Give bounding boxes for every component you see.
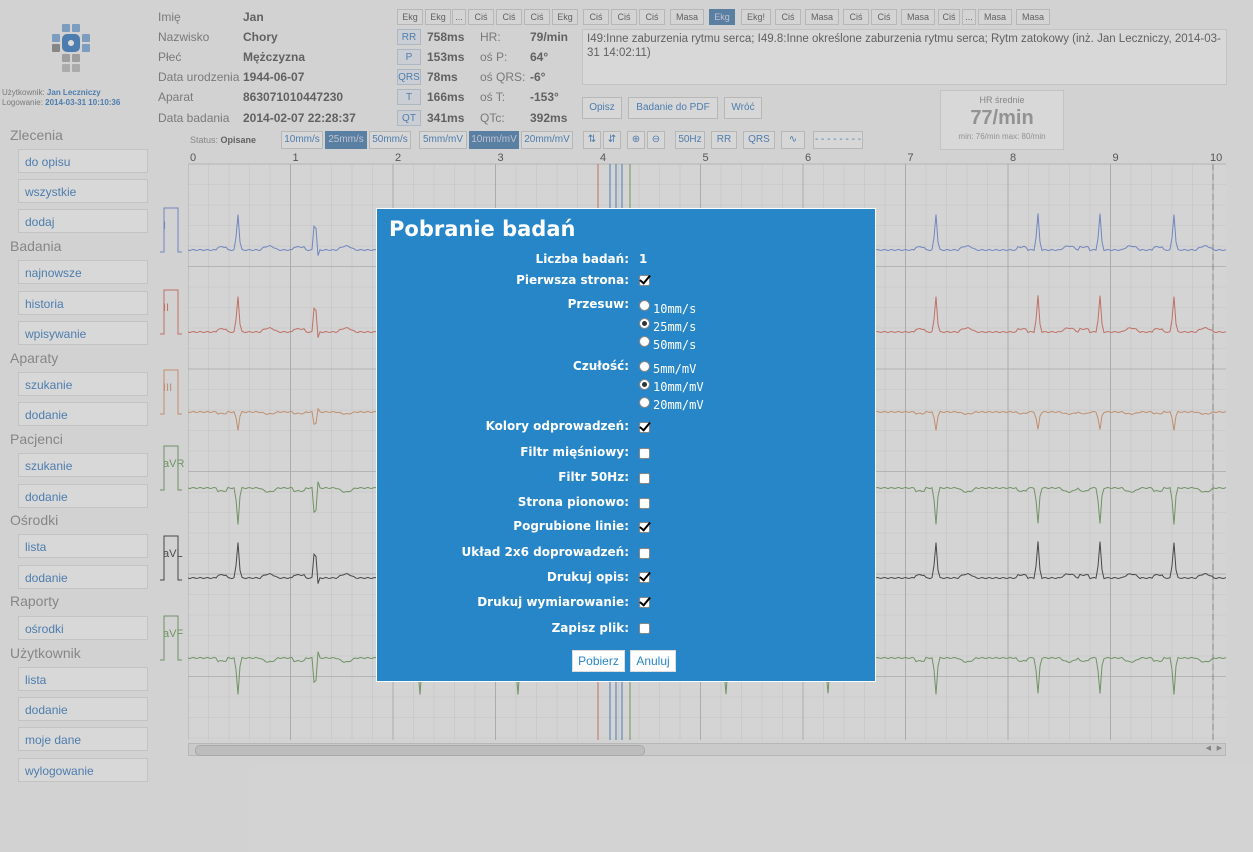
print-description-label: Drukuj opis: xyxy=(546,570,629,584)
gain-label: Czułość: xyxy=(572,359,629,373)
first-page-checkbox[interactable] xyxy=(639,275,650,286)
muscle-filter-label: Filtr mięśniowy: xyxy=(520,445,629,459)
print-description-checkbox[interactable] xyxy=(639,572,650,583)
filter-50hz-checkbox[interactable] xyxy=(639,473,650,484)
speed-10-label: 10mm/s xyxy=(653,302,697,316)
cancel-button[interactable]: Anuluj xyxy=(630,650,676,672)
print-dimensions-label: Drukuj wymiarowanie: xyxy=(477,595,629,609)
print-dimensions-checkbox[interactable] xyxy=(639,597,650,608)
download-dialog: Pobranie badań Liczba badań: 1 Pierwsza … xyxy=(376,208,876,682)
speed-25-label: 25mm/s xyxy=(653,320,697,334)
save-file-label: Zapisz plik: xyxy=(551,621,629,635)
speed-label: Przesuw: xyxy=(567,297,629,311)
gain-5-radio[interactable] xyxy=(639,361,650,372)
muscle-filter-checkbox[interactable] xyxy=(639,448,650,459)
speed-10-radio[interactable] xyxy=(639,300,650,311)
portrait-checkbox[interactable] xyxy=(639,498,650,509)
gain-10-radio[interactable] xyxy=(639,379,650,390)
first-page-label: Pierwsza strona: xyxy=(516,273,629,287)
count-label: Liczba badań: xyxy=(535,252,629,266)
speed-50-label: 50mm/s xyxy=(653,338,697,352)
layout-2x6-checkbox[interactable] xyxy=(639,548,650,559)
download-button[interactable]: Pobierz xyxy=(572,650,625,672)
count-value: 1 xyxy=(639,252,648,266)
gain-10-label: 10mm/mV xyxy=(653,380,704,394)
save-file-checkbox[interactable] xyxy=(639,623,650,634)
lead-colors-checkbox[interactable] xyxy=(639,422,650,433)
speed-50-radio[interactable] xyxy=(639,336,650,347)
gain-20-label: 20mm/mV xyxy=(653,398,704,412)
speed-25-radio[interactable] xyxy=(639,318,650,329)
gain-20-radio[interactable] xyxy=(639,397,650,408)
layout-2x6-label: Układ 2x6 doprowadzeń: xyxy=(461,545,629,559)
thick-lines-label: Pogrubione linie: xyxy=(513,519,629,533)
portrait-label: Strona pionowo: xyxy=(517,495,629,509)
lead-colors-label: Kolory odprowadzeń: xyxy=(485,419,629,433)
dialog-title: Pobranie badań xyxy=(389,217,576,241)
filter-50hz-label: Filtr 50Hz: xyxy=(558,470,629,484)
thick-lines-checkbox[interactable] xyxy=(639,522,650,533)
gain-5-label: 5mm/mV xyxy=(653,362,697,376)
